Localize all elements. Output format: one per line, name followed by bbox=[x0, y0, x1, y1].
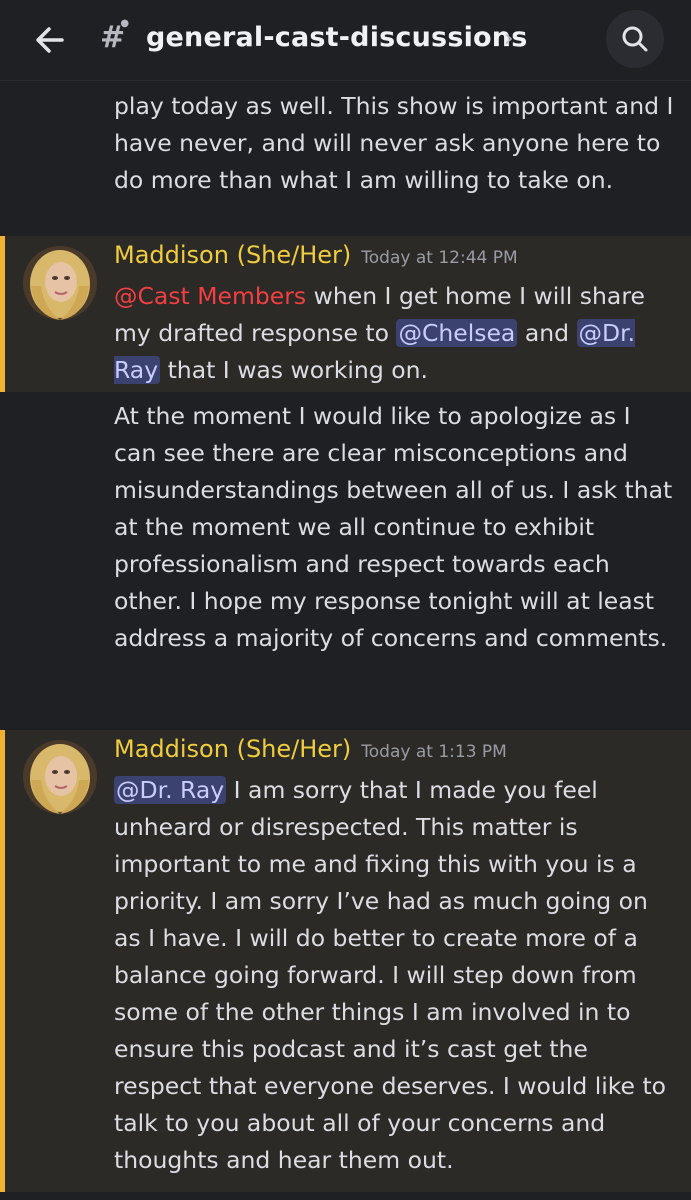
avatar[interactable] bbox=[23, 740, 97, 814]
message-header: Maddison (She/Her) Today at 12:44 PM bbox=[114, 241, 518, 269]
author-name[interactable]: Maddison (She/Her) bbox=[114, 241, 351, 269]
message-highlighted[interactable]: Maddison (She/Her) Today at 12:44 PM @Cas… bbox=[0, 236, 691, 392]
message-text-segment: I am sorry that I made you feel unheard … bbox=[114, 776, 667, 1174]
message-text-segment: that I was working on. bbox=[160, 356, 428, 384]
message-continuation: play today as well. This show is importa… bbox=[114, 92, 674, 194]
avatar[interactable] bbox=[23, 246, 97, 320]
role-mention[interactable]: @Cast Members bbox=[114, 282, 306, 310]
user-mention[interactable]: @Chelsea bbox=[396, 319, 518, 347]
timestamp: Today at 1:13 PM bbox=[361, 742, 507, 762]
message-text-segment: and bbox=[517, 319, 577, 347]
message-text: @Cast Members when I get home I will sha… bbox=[114, 278, 674, 389]
divider bbox=[0, 1192, 691, 1200]
back-button[interactable] bbox=[28, 18, 72, 62]
channel-title[interactable]: general-cast-discussions bbox=[146, 22, 528, 53]
back-arrow-icon bbox=[36, 27, 64, 53]
author-name[interactable]: Maddison (She/Her) bbox=[114, 735, 351, 763]
message-text: At the moment I would like to apologize … bbox=[114, 402, 673, 652]
hashtag-thread-icon: # ● bbox=[100, 18, 130, 55]
timestamp: Today at 12:44 PM bbox=[361, 248, 518, 268]
message-highlighted[interactable]: Maddison (She/Her) Today at 1:13 PM @Dr. … bbox=[0, 730, 691, 1192]
chevron-right-icon[interactable]: › bbox=[504, 24, 514, 52]
message-header: Maddison (She/Her) Today at 1:13 PM bbox=[114, 735, 507, 763]
channel-header: # ● general-cast-discussions › bbox=[0, 0, 691, 81]
user-mention[interactable]: @Dr. Ray bbox=[114, 776, 227, 804]
message-continuation[interactable]: At the moment I would like to apologize … bbox=[0, 392, 691, 722]
search-button[interactable] bbox=[606, 10, 664, 68]
message-text: @Dr. Ray I am sorry that I made you feel… bbox=[114, 772, 674, 1179]
search-icon bbox=[622, 26, 648, 52]
